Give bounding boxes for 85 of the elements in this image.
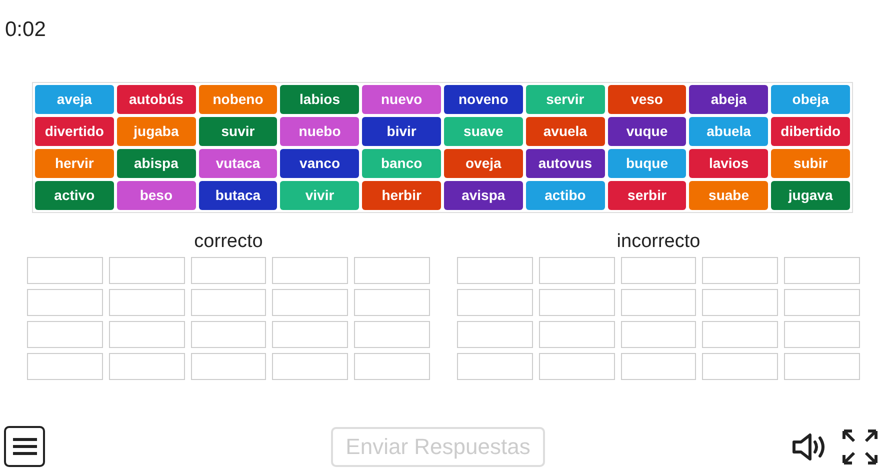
word-tile[interactable]: oveja (444, 149, 523, 178)
word-tile[interactable]: divertido (35, 117, 114, 146)
drop-slot[interactable] (702, 257, 778, 284)
word-tile[interactable]: abispa (116, 149, 196, 178)
drop-slot[interactable] (272, 321, 348, 348)
word-tile[interactable]: vuque (608, 117, 686, 146)
word-tile[interactable]: suave (444, 117, 523, 146)
word-tile[interactable]: beso (116, 181, 196, 210)
word-tile[interactable]: veso (608, 85, 686, 114)
drop-slot[interactable] (272, 353, 348, 380)
drop-slot[interactable] (538, 289, 615, 316)
drop-slot[interactable] (538, 257, 615, 284)
fullscreen-icon[interactable] (841, 428, 879, 466)
word-tile[interactable]: butaca (198, 181, 278, 210)
word-tile[interactable]: serbir (608, 181, 686, 210)
drop-slot[interactable] (354, 257, 430, 284)
drop-slot[interactable] (190, 353, 266, 380)
drop-slot[interactable] (190, 257, 266, 284)
word-tile[interactable]: hervir (35, 149, 114, 178)
word-tile[interactable]: vutaca (198, 149, 278, 178)
word-tile[interactable]: autobús (116, 85, 196, 114)
word-tile[interactable]: activo (35, 181, 114, 210)
word-tile[interactable]: labios (280, 85, 360, 114)
word-tile[interactable]: jugava (771, 181, 850, 210)
drop-slot[interactable] (354, 289, 430, 316)
drop-slot[interactable] (702, 321, 778, 348)
drop-slot[interactable] (538, 321, 615, 348)
word-tile[interactable]: suvir (198, 117, 278, 146)
drop-slot[interactable] (108, 257, 185, 284)
word-tile[interactable]: subir (771, 149, 850, 178)
word-tile[interactable]: dibertido (771, 117, 850, 146)
word-tile[interactable]: lavios (689, 149, 768, 178)
drop-slot[interactable] (354, 353, 430, 380)
drop-slot[interactable] (272, 289, 348, 316)
word-tile[interactable]: autovus (526, 149, 605, 178)
drop-slot[interactable] (457, 353, 533, 380)
word-tile[interactable]: banco (362, 149, 441, 178)
drop-slot[interactable] (108, 353, 185, 380)
drop-slot[interactable] (27, 257, 103, 284)
word-tile[interactable]: bivir (362, 117, 441, 146)
group-title: correcto (194, 230, 263, 254)
drop-slot[interactable] (108, 321, 185, 348)
drop-slot[interactable] (620, 353, 696, 380)
drop-slot[interactable] (27, 289, 103, 316)
drop-slot[interactable] (620, 257, 696, 284)
drop-slot[interactable] (457, 289, 533, 316)
word-tile[interactable]: obeja (771, 85, 850, 114)
drop-slot[interactable] (784, 353, 860, 380)
drop-slot[interactable] (784, 321, 860, 348)
word-tile[interactable]: herbir (362, 181, 441, 210)
drop-slot[interactable] (784, 289, 860, 316)
drop-slot[interactable] (620, 321, 696, 348)
drop-slot[interactable] (538, 353, 615, 380)
group-title: incorrecto (616, 230, 700, 254)
word-tile[interactable]: actibo (526, 181, 605, 210)
word-tile[interactable]: abuela (689, 117, 768, 146)
word-tile[interactable]: suabe (689, 181, 768, 210)
drop-slot[interactable] (190, 289, 266, 316)
drop-slot[interactable] (108, 289, 185, 316)
drop-slot[interactable] (272, 257, 348, 284)
drop-slot[interactable] (784, 257, 860, 284)
drop-slot[interactable] (620, 289, 696, 316)
word-tile[interactable]: vanco (280, 149, 360, 178)
timer: 0:02 (5, 18, 46, 41)
word-tile[interactable]: vivir (280, 181, 360, 210)
drop-slot[interactable] (457, 321, 533, 348)
drop-slot[interactable] (354, 321, 430, 348)
drop-slot[interactable] (702, 353, 778, 380)
word-tile[interactable]: nuebo (280, 117, 360, 146)
drop-slot[interactable] (190, 321, 266, 348)
drop-slot[interactable] (457, 257, 533, 284)
word-tile[interactable]: jugaba (116, 117, 196, 146)
drop-slot[interactable] (27, 321, 103, 348)
word-tile[interactable]: nuevo (362, 85, 441, 114)
word-tile[interactable]: avispa (444, 181, 523, 210)
word-tile[interactable]: buque (608, 149, 686, 178)
word-tile[interactable]: avuela (526, 117, 605, 146)
drop-slot[interactable] (702, 289, 778, 316)
drop-slot[interactable] (27, 353, 103, 380)
word-tile[interactable]: abeja (689, 85, 768, 114)
word-tile[interactable]: noveno (444, 85, 523, 114)
word-tile[interactable]: nobeno (198, 85, 278, 114)
menu-icon[interactable] (4, 426, 45, 467)
word-tile[interactable]: servir (526, 85, 605, 114)
word-tile[interactable]: aveja (35, 85, 114, 114)
